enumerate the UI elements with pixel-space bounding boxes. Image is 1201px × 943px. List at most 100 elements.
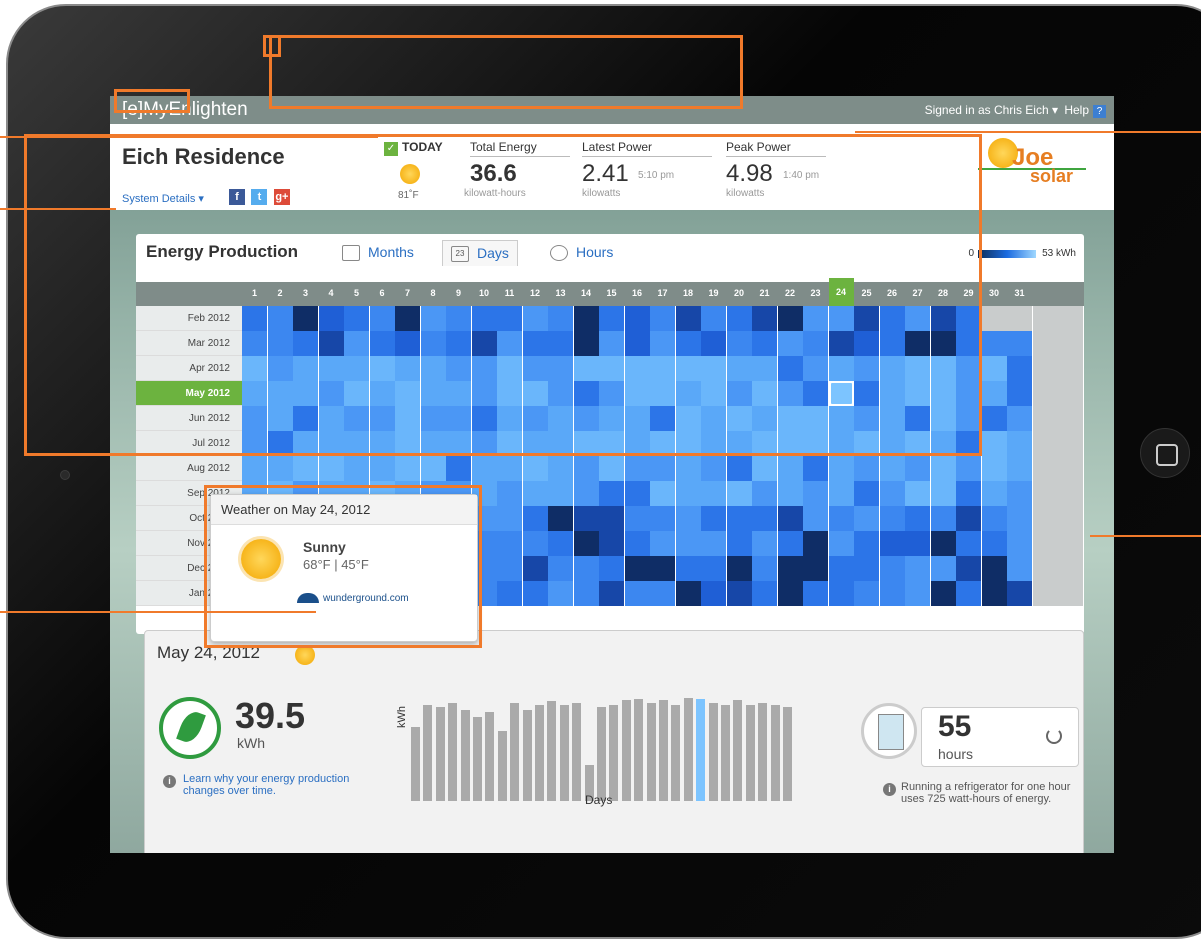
heatmap-cell[interactable]: [1058, 556, 1083, 581]
heatmap-cell[interactable]: [1032, 406, 1058, 431]
heatmap-cell[interactable]: [573, 581, 599, 606]
heatmap-cell[interactable]: [1058, 331, 1083, 356]
heatmap-cell[interactable]: [981, 581, 1007, 606]
heatmap-cell[interactable]: [828, 456, 854, 481]
heatmap-cell[interactable]: [981, 406, 1007, 431]
heatmap-cell[interactable]: [675, 556, 701, 581]
heatmap-cell[interactable]: [905, 581, 930, 606]
heatmap-cell[interactable]: [828, 556, 854, 581]
heatmap-cell[interactable]: [854, 506, 879, 531]
day-bar[interactable]: [671, 705, 681, 801]
heatmap-cell[interactable]: [803, 506, 828, 531]
heatmap-cell[interactable]: [981, 381, 1007, 406]
learn-link[interactable]: Learn why your energy production changes…: [183, 773, 383, 797]
day-bar[interactable]: [435, 707, 445, 801]
heatmap-cell[interactable]: [1032, 481, 1058, 506]
heatmap-cell[interactable]: [752, 556, 777, 581]
help-link[interactable]: Help?: [1064, 103, 1106, 118]
heatmap-cell[interactable]: [981, 331, 1007, 356]
heatmap-cell[interactable]: [675, 581, 701, 606]
heatmap-cell[interactable]: [803, 456, 828, 481]
day-number[interactable]: 31: [1007, 288, 1032, 298]
heatmap-cell[interactable]: [981, 531, 1007, 556]
heatmap-cell[interactable]: [1007, 406, 1032, 431]
heatmap-cell[interactable]: [1007, 381, 1032, 406]
heatmap-cell[interactable]: [726, 506, 752, 531]
heatmap-cell[interactable]: [930, 506, 956, 531]
heatmap-cell[interactable]: [599, 581, 624, 606]
heatmap-cell[interactable]: [1032, 456, 1058, 481]
heatmap-cell[interactable]: [701, 456, 726, 481]
heatmap-cell[interactable]: [318, 456, 344, 481]
day-bar[interactable]: [497, 731, 507, 801]
heatmap-cell[interactable]: [650, 506, 675, 531]
heatmap-cell[interactable]: [573, 506, 599, 531]
day-bar[interactable]: [559, 705, 569, 801]
heatmap-cell[interactable]: [981, 431, 1007, 456]
heatmap-cell[interactable]: [1058, 456, 1083, 481]
heatmap-cell[interactable]: [650, 531, 675, 556]
home-button[interactable]: [1140, 428, 1190, 478]
heatmap-cell[interactable]: [777, 506, 803, 531]
heatmap-cell[interactable]: [752, 506, 777, 531]
heatmap-cell[interactable]: [981, 456, 1007, 481]
heatmap-cell[interactable]: [828, 581, 854, 606]
heatmap-cell[interactable]: [650, 456, 675, 481]
heatmap-cell[interactable]: [1032, 331, 1058, 356]
day-bar[interactable]: [659, 700, 668, 801]
day-bar[interactable]: [721, 705, 730, 801]
heatmap-cell[interactable]: [879, 556, 905, 581]
heatmap-cell[interactable]: [1007, 531, 1032, 556]
heatmap-cell[interactable]: [548, 481, 573, 506]
heatmap-cell[interactable]: [1032, 431, 1058, 456]
heatmap-cell[interactable]: [573, 481, 599, 506]
heatmap-cell[interactable]: [548, 556, 573, 581]
heatmap-cell[interactable]: [293, 456, 318, 481]
heatmap-cell[interactable]: [726, 531, 752, 556]
heatmap-cell[interactable]: [1007, 581, 1032, 606]
heatmap-cell[interactable]: [981, 556, 1007, 581]
heatmap-cell[interactable]: [981, 306, 1007, 331]
heatmap-cell[interactable]: [1058, 381, 1083, 406]
heatmap-cell[interactable]: [1058, 356, 1083, 381]
heatmap-cell[interactable]: [650, 556, 675, 581]
heatmap-cell[interactable]: [599, 531, 624, 556]
heatmap-cell[interactable]: [1032, 581, 1058, 606]
heatmap-cell[interactable]: [854, 456, 879, 481]
heatmap-cell[interactable]: [777, 481, 803, 506]
heatmap-cell[interactable]: [624, 456, 650, 481]
heatmap-cell[interactable]: [420, 456, 446, 481]
heatmap-cell[interactable]: [956, 506, 981, 531]
heatmap-cell[interactable]: [854, 481, 879, 506]
day-bar[interactable]: [683, 697, 693, 801]
day-bar[interactable]: [745, 705, 755, 801]
heatmap-cell[interactable]: [1032, 531, 1058, 556]
heatmap-cell[interactable]: [956, 581, 981, 606]
heatmap-cell[interactable]: [828, 506, 854, 531]
day-bar[interactable]: [621, 700, 631, 801]
heatmap-cell[interactable]: [624, 481, 650, 506]
day-bar[interactable]: [485, 712, 495, 801]
heatmap-cell[interactable]: [701, 531, 726, 556]
heatmap-cell[interactable]: [599, 481, 624, 506]
heatmap-cell[interactable]: [624, 531, 650, 556]
heatmap-cell[interactable]: [1058, 531, 1083, 556]
heatmap-cell[interactable]: [675, 481, 701, 506]
day-bar[interactable]: [535, 705, 544, 801]
heatmap-cell[interactable]: [905, 481, 930, 506]
heatmap-cell[interactable]: [981, 506, 1007, 531]
heatmap-cell[interactable]: [446, 456, 471, 481]
heatmap-cell[interactable]: [522, 556, 548, 581]
heatmap-cell[interactable]: [548, 581, 573, 606]
day-bar[interactable]: [572, 702, 582, 801]
heatmap-cell[interactable]: [854, 556, 879, 581]
heatmap-cell[interactable]: [777, 456, 803, 481]
day-bar[interactable]: [634, 699, 644, 801]
heatmap-cell[interactable]: [650, 481, 675, 506]
day-bar[interactable]: [597, 707, 606, 801]
heatmap-cell[interactable]: [522, 506, 548, 531]
day-number[interactable]: 30: [982, 288, 1007, 298]
heatmap-cell[interactable]: [267, 456, 293, 481]
heatmap-cell[interactable]: [624, 506, 650, 531]
heatmap-cell[interactable]: [777, 531, 803, 556]
